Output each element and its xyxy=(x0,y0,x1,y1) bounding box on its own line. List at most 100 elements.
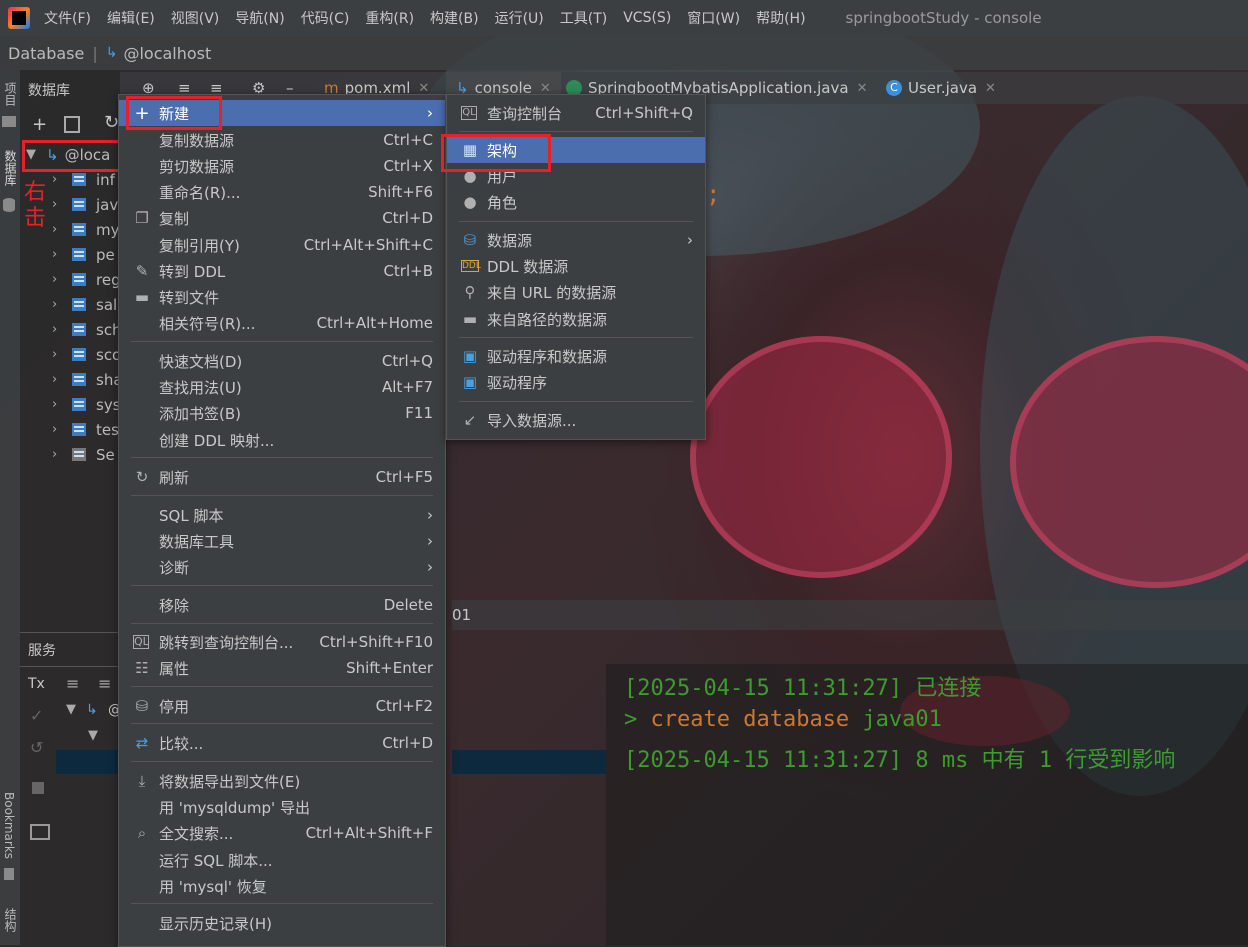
chevron-right-icon[interactable]: › xyxy=(52,372,72,387)
chevron-right-icon[interactable]: › xyxy=(52,222,72,237)
close-icon[interactable]: ✕ xyxy=(857,81,868,96)
menu-item-diagnostics[interactable]: 诊断 › xyxy=(119,554,445,580)
menu-item-compare[interactable]: ⇄ 比较... Ctrl+D xyxy=(119,730,445,756)
rollback-icon[interactable]: ↺ xyxy=(30,738,43,757)
chevron-right-icon[interactable]: › xyxy=(52,297,72,312)
tree-item-label: Se xyxy=(96,445,115,464)
menu-item-goto-file[interactable]: ▬ 转到文件 xyxy=(119,284,445,310)
menu-item-add-bookmark[interactable]: 添加书签(B) F11 xyxy=(119,400,445,426)
menu-item-refresh[interactable]: ↻ 刷新 Ctrl+F5 xyxy=(119,464,445,490)
menu-view[interactable]: 视图(V) xyxy=(171,8,220,28)
layout-icon[interactable] xyxy=(30,824,50,840)
tree-item[interactable]: › sch xyxy=(52,317,122,342)
chevron-right-icon[interactable]: › xyxy=(52,197,72,212)
menu-item-rename[interactable]: 重命名(R)... Shift+F6 xyxy=(119,179,445,205)
menu-window[interactable]: 窗口(W) xyxy=(687,8,740,28)
collapse-all-icon[interactable]: ≡ xyxy=(98,674,111,693)
menu-navigate[interactable]: 导航(N) xyxy=(235,8,284,28)
chevron-right-icon[interactable]: › xyxy=(52,397,72,412)
chevron-right-icon[interactable]: › xyxy=(52,422,72,437)
menu-item-run-sql-script[interactable]: 运行 SQL 脚本... xyxy=(119,847,445,873)
menu-item-create-ddl-mapping[interactable]: 创建 DDL 映射... xyxy=(119,427,445,453)
commit-icon[interactable]: ✓ xyxy=(30,706,43,725)
chevron-right-icon[interactable]: › xyxy=(52,322,72,337)
menu-item-mysql-restore[interactable]: 用 'mysql' 恢复 xyxy=(119,873,445,899)
menu-item-remove[interactable]: 移除 Delete xyxy=(119,592,445,618)
tree-item[interactable]: › my xyxy=(52,217,120,242)
menu-item-related-symbol[interactable]: 相关符号(R)... Ctrl+Alt+Home xyxy=(119,310,445,336)
tree-item[interactable]: › pe xyxy=(52,242,115,267)
tool-window-bookmarks[interactable]: Bookmarks xyxy=(2,792,16,859)
tree-item[interactable]: › tes xyxy=(52,417,119,442)
menu-edit[interactable]: 编辑(E) xyxy=(107,8,155,28)
tree-item[interactable]: › sal xyxy=(52,292,117,317)
menu-build[interactable]: 构建(B) xyxy=(430,8,479,28)
submenu-item-path-datasource[interactable]: ▬ 来自路径的数据源 xyxy=(447,306,705,332)
tree-item[interactable]: › Se xyxy=(52,442,115,467)
left-tool-strip: 项目 数据库 Bookmarks 结构 xyxy=(0,70,20,945)
submenu-item-ddl-datasource[interactable]: DDL DDL 数据源 xyxy=(447,253,705,279)
menu-item-export-file[interactable]: ⤓ 将数据导出到文件(E) xyxy=(119,768,445,794)
schema-icon xyxy=(72,248,86,261)
menu-item-copy[interactable]: ❐ 复制 Ctrl+D xyxy=(119,205,445,231)
submenu-item-url-datasource[interactable]: ⚲ 来自 URL 的数据源 xyxy=(447,279,705,305)
menu-item-fulltext-search[interactable]: ⌕ 全文搜索... Ctrl+Alt+Shift+F xyxy=(119,820,445,846)
expand-all-icon[interactable]: ≡ xyxy=(66,674,79,693)
refresh-icon[interactable]: ↻ xyxy=(104,112,119,133)
submenu-item-drivers[interactable]: ▣ 驱动程序 xyxy=(447,369,705,395)
selected-row[interactable] xyxy=(56,750,120,774)
tree-item[interactable]: › sys xyxy=(52,392,121,417)
menu-item-properties[interactable]: ☷ 属性 Shift+Enter xyxy=(119,655,445,681)
menu-item-mysqldump[interactable]: 用 'mysqldump' 导出 xyxy=(119,794,445,820)
submenu-item-query-console[interactable]: QL 查询控制台 Ctrl+Shift+Q xyxy=(447,100,705,126)
menu-item-shortcut: Alt+F7 xyxy=(381,378,433,396)
menu-code[interactable]: 代码(C) xyxy=(301,8,350,28)
menu-item-show-history[interactable]: 显示历史记录(H) xyxy=(119,910,445,936)
menu-refactor[interactable]: 重构(R) xyxy=(365,8,414,28)
chevron-right-icon[interactable]: › xyxy=(52,447,72,462)
chevron-right-icon[interactable]: › xyxy=(52,347,72,362)
menu-item-db-tools[interactable]: 数据库工具 › xyxy=(119,528,445,554)
chevron-down-icon[interactable]: ▼ xyxy=(66,702,76,717)
chevron-down-icon[interactable]: ▼ xyxy=(88,728,98,743)
copy-icon[interactable] xyxy=(64,116,80,133)
chevron-right-icon[interactable]: › xyxy=(52,172,72,187)
menu-item-copy-reference[interactable]: 复制引用(Y) Ctrl+Alt+Shift+C xyxy=(119,232,445,258)
menu-item-jump-console[interactable]: QL 跳转到查询控制台... Ctrl+Shift+F10 xyxy=(119,629,445,655)
menu-vcs[interactable]: VCS(S) xyxy=(623,10,671,26)
chevron-right-icon[interactable]: › xyxy=(52,247,72,262)
server-objects-icon xyxy=(72,448,86,461)
menu-tools[interactable]: 工具(T) xyxy=(560,8,607,28)
stop-icon[interactable] xyxy=(32,782,44,794)
add-icon[interactable]: + xyxy=(32,114,47,135)
menu-item-copy-datasource[interactable]: 复制数据源 Ctrl+C xyxy=(119,127,445,153)
menu-item-deactivate[interactable]: ⛁ 停用 Ctrl+F2 xyxy=(119,693,445,719)
tree-item[interactable]: › jav xyxy=(52,192,118,217)
breadcrumb-database[interactable]: Database xyxy=(8,44,84,63)
menu-file[interactable]: 文件(F) xyxy=(44,8,91,28)
tree-item[interactable]: › reg xyxy=(52,267,121,292)
close-icon[interactable]: ✕ xyxy=(985,81,996,96)
tree-item[interactable]: › sco xyxy=(52,342,121,367)
tab-user-java[interactable]: C User.java ✕ xyxy=(886,72,996,104)
chevron-right-icon[interactable]: › xyxy=(52,272,72,287)
tool-window-project[interactable]: 项目 xyxy=(2,82,19,106)
tree-item[interactable]: › sha xyxy=(52,367,123,392)
submenu-item-role[interactable]: ● 角色 xyxy=(447,189,705,215)
menu-item-sql-scripts[interactable]: SQL 脚本 › xyxy=(119,502,445,528)
tree-item[interactable]: › inf xyxy=(52,167,115,192)
menu-help[interactable]: 帮助(H) xyxy=(756,8,805,28)
tool-window-database[interactable]: 数据库 xyxy=(2,150,19,186)
menu-item-goto-ddl[interactable]: ✎ 转到 DDL Ctrl+B xyxy=(119,258,445,284)
menu-item-cut-datasource[interactable]: 剪切数据源 Ctrl+X xyxy=(119,153,445,179)
menu-run[interactable]: 运行(U) xyxy=(495,8,544,28)
menu-item-quick-doc[interactable]: 快速文档(D) Ctrl+Q xyxy=(119,348,445,374)
submenu-item-datasource[interactable]: ⛁ 数据源 › xyxy=(447,227,705,253)
tool-window-structure[interactable]: 结构 xyxy=(2,908,19,932)
menu-item-find-usages[interactable]: 查找用法(U) Alt+F7 xyxy=(119,374,445,400)
schema-icon xyxy=(72,348,86,361)
submenu-item-import-datasource[interactable]: ↙ 导入数据源... xyxy=(447,407,705,433)
breadcrumb-localhost[interactable]: @localhost xyxy=(123,44,211,63)
transaction-mode-button[interactable]: Tx xyxy=(28,676,45,692)
submenu-item-drivers-datasources[interactable]: ▣ 驱动程序和数据源 xyxy=(447,343,705,369)
